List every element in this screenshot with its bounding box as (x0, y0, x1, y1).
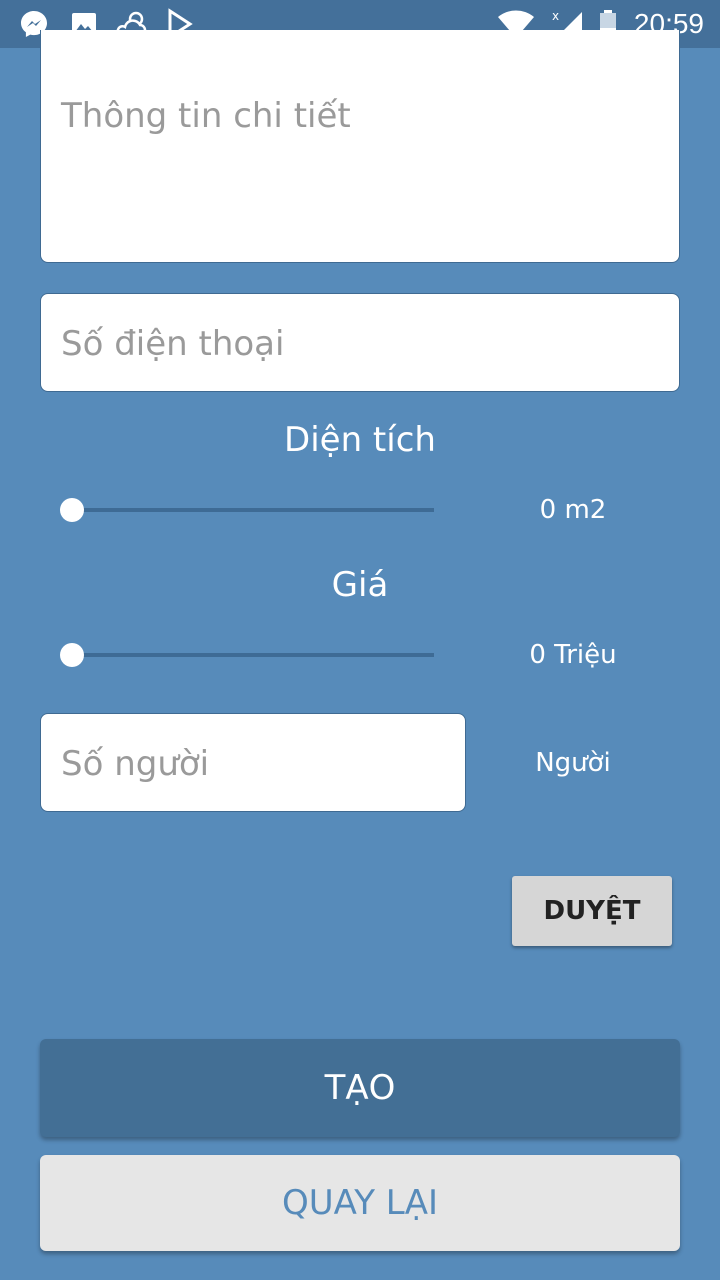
duyet-button[interactable]: DUYỆT (512, 876, 672, 946)
svg-text:x: x (552, 9, 559, 23)
details-placeholder: Thông tin chi tiết (61, 96, 351, 136)
phone-placeholder: Số điện thoại (61, 324, 285, 364)
phone-field[interactable]: Số điện thoại (40, 293, 680, 392)
people-field[interactable]: Số người (40, 713, 466, 812)
details-field[interactable]: Thông tin chi tiết (40, 30, 680, 263)
price-slider-track[interactable] (70, 653, 434, 657)
area-slider-thumb[interactable] (60, 498, 84, 522)
price-value: 0 Triệu (529, 640, 617, 670)
create-button[interactable]: TẠO (40, 1039, 680, 1137)
area-slider-track[interactable] (70, 508, 434, 512)
people-placeholder: Số người (61, 744, 210, 784)
back-button[interactable]: QUAY LẠI (40, 1155, 680, 1251)
area-value: 0 m2 (539, 495, 607, 525)
area-label: Diện tích (284, 420, 436, 460)
people-unit: Người (535, 748, 611, 778)
price-slider-thumb[interactable] (60, 643, 84, 667)
price-label: Giá (331, 565, 389, 605)
